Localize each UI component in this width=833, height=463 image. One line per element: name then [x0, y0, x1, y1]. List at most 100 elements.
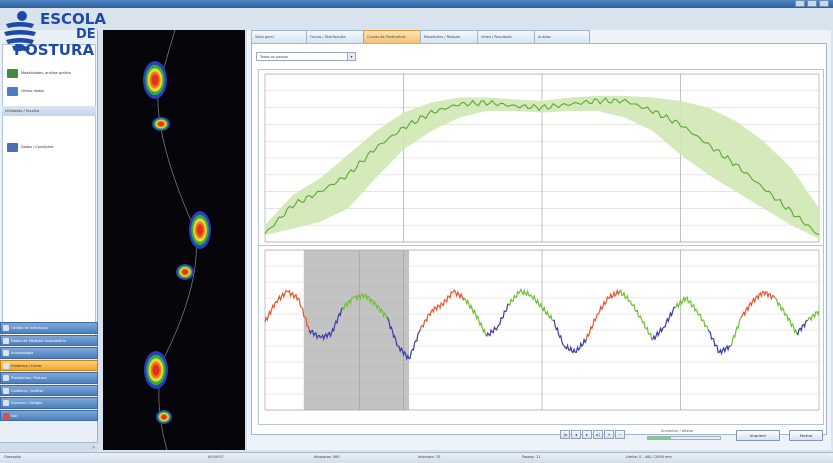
cop-segment: [508, 290, 521, 307]
nav-item-icon: [3, 412, 9, 419]
chart-icon: [7, 68, 18, 78]
tab-bar: Vista geral Forças / Distribuição Curvas d…: [251, 30, 590, 43]
cop-segment: [463, 297, 477, 315]
left-sidebar: Modalidades, análise gráfica Ultimo dado…: [0, 30, 98, 452]
cop-segment: [441, 291, 454, 307]
status-time: 00:00:07: [208, 455, 224, 459]
minimize-button[interactable]: [795, 0, 805, 7]
sidebar-nav-item[interactable]: Dinâmica / Correr: [0, 359, 98, 371]
pager-button-0[interactable]: |◂: [560, 430, 570, 439]
logo-text-postura: POSTURA: [14, 41, 95, 59]
cop-trajectory-chart: [258, 245, 824, 425]
heatmap-canvas: [143, 30, 211, 450]
sidebar-nav-item[interactable]: Exportar / Estágio: [0, 397, 98, 409]
pager-controls: |◂ ◂ ▸ ▸| + −: [560, 430, 625, 439]
pressure-blob: [144, 351, 168, 389]
pager-button-2[interactable]: ▸: [582, 430, 592, 439]
main-area: Vista geral Forças / Distribuição Curvas d…: [247, 30, 831, 450]
cop-segment: [563, 343, 576, 354]
cop-segment: [497, 303, 509, 328]
close-window-button[interactable]: [819, 0, 829, 7]
close-button[interactable]: Fechar: [789, 430, 823, 441]
sidebar-item-label: Dados / Condições: [21, 145, 54, 149]
pager-button-3[interactable]: ▸|: [593, 430, 603, 439]
nav-item-icon: [3, 325, 9, 331]
nav-item-icon: [3, 387, 9, 394]
sidebar-item-latest[interactable]: Ultimo dados: [7, 85, 44, 97]
status-samples: Amostras: 300: [314, 455, 340, 459]
pager-button-1[interactable]: ◂: [571, 430, 581, 439]
status-mode: Gravação: [4, 455, 21, 459]
cop-segment: [519, 288, 532, 298]
logo-text-escola: ESCOLA: [40, 10, 106, 28]
sidebar-nav-item[interactable]: Antropologia: [0, 347, 98, 359]
cop-segment: [652, 326, 665, 341]
sidebar-nav-item[interactable]: Cadência / Análise: [0, 384, 98, 396]
cop-segment: [264, 300, 277, 323]
step-selector-dropdown[interactable]: Todos os passos ▾: [256, 52, 356, 61]
tab-3[interactable]: Repetições / Relação: [420, 30, 478, 43]
cop-trajectory-svg: [264, 249, 820, 411]
window-controls: [795, 0, 829, 8]
tab-4[interactable]: Vídeo / Resultado: [477, 30, 535, 43]
cop-segment: [630, 301, 643, 321]
nav-item-label: Plataforma / Postura: [11, 376, 47, 380]
sidebar-nav: Gestão de Indivíduos Dados de Medição Amb…: [0, 322, 98, 422]
status-interval: Intervalo: 70: [418, 455, 441, 459]
pager-button-4[interactable]: +: [604, 430, 614, 439]
cop-segment: [685, 296, 698, 312]
sidebar-panel: Modalidades, análise gráfica Ultimo dado…: [2, 44, 96, 346]
cop-segment: [585, 313, 598, 340]
cop-segment: [740, 301, 754, 318]
sidebar-nav-item[interactable]: Dados de Medição Ambulatório: [0, 334, 98, 346]
tab-2[interactable]: Curvas de Parâmetros: [363, 30, 421, 43]
sidebar-nav-item[interactable]: Gestão de Indivíduos: [0, 322, 98, 334]
cop-segment: [553, 319, 565, 347]
tab-0[interactable]: Vista geral: [251, 30, 307, 43]
expand-icon[interactable]: »: [92, 445, 95, 451]
escola-de-postura-logo: ESCOLA DE POSTURA: [2, 8, 106, 62]
zoom-slider[interactable]: Aumentar / Alterar: [647, 429, 721, 440]
cop-segment: [419, 310, 432, 331]
cop-segment: [751, 290, 764, 304]
nav-item-label: Antropologia: [11, 351, 34, 355]
maximize-button[interactable]: [807, 0, 817, 7]
pressure-ring: [158, 121, 164, 127]
cop-segment: [807, 310, 820, 323]
cop-segment: [696, 310, 709, 331]
nav-item-label: Gestão de Indivíduos: [11, 326, 48, 330]
cop-segment: [718, 344, 731, 356]
print-button[interactable]: Imprimir: [736, 430, 780, 441]
sidebar-item-label: Modalidades, análise gráfica: [21, 71, 71, 75]
document-icon: [7, 142, 18, 152]
zoom-track[interactable]: [647, 436, 721, 440]
tab-1[interactable]: Forças / Distribuição: [306, 30, 364, 43]
zoom-label: Aumentar / Alterar: [661, 429, 694, 433]
pressure-ring: [182, 269, 188, 275]
pager-button-5[interactable]: −: [615, 430, 625, 439]
bottom-toolbar: |◂ ◂ ▸ ▸| + − Aumentar / Alterar Imprimir Fec…: [247, 426, 831, 450]
sidebar-item-conditions[interactable]: Dados / Condições: [7, 141, 53, 153]
sidebar-item-analysis[interactable]: Modalidades, análise gráfica: [7, 67, 71, 79]
pressure-heatmap: [103, 30, 245, 450]
cop-segment: [474, 313, 488, 337]
pressure-blob: [156, 410, 172, 424]
pressure-blob: [189, 211, 211, 249]
tab-content: Todos os passos ▾: [251, 43, 827, 435]
pressure-ring: [161, 414, 167, 420]
nav-item-icon: [3, 375, 9, 381]
title-bar: [0, 0, 833, 8]
sidebar-nav-item[interactable]: Sair: [0, 409, 98, 421]
cop-segment: [287, 289, 299, 302]
status-range: Limite: 0 - 400 / 2000 mm: [626, 455, 672, 459]
sidebar-item-label: Ultimo dados: [21, 89, 45, 93]
cop-segment: [707, 329, 720, 354]
tab-5[interactable]: Análise: [534, 30, 590, 43]
chevron-down-icon[interactable]: ▾: [347, 53, 355, 60]
sidebar-nav-item[interactable]: Plataforma / Postura: [0, 372, 98, 384]
force-curve-svg: [264, 73, 820, 243]
status-steps: Passos: 11: [522, 455, 541, 459]
nav-item-label: Dados de Medição Ambulatório: [11, 338, 66, 343]
cop-segment: [486, 325, 499, 337]
force-curve-chart: [258, 69, 824, 257]
